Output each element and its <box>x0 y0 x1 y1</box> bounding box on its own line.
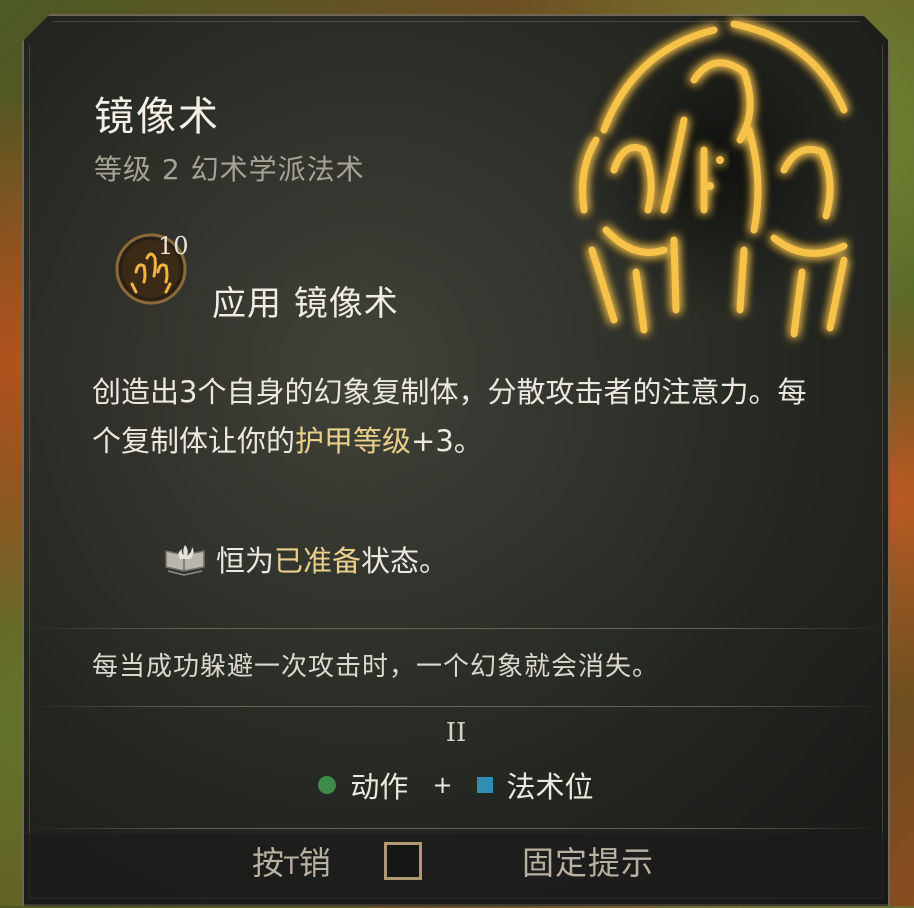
apply-label: 应用 镜像术 <box>212 284 399 324</box>
spell-level-numeral: II <box>445 718 467 748</box>
spell-description: 创造出3个自身的幻象复制体，分散攻击者的注意力。每个复制体让你的护甲等级+3。 <box>92 368 832 466</box>
armour-class-keyword[interactable]: 护甲等级 <box>295 424 411 458</box>
description-text-end: +3。 <box>411 424 483 458</box>
spellbook-icon <box>162 541 208 577</box>
spell-note: 每当成功躲避一次攻击时，一个幻象就会消失。 <box>92 652 660 682</box>
hint-prefix: 按 <box>252 844 285 882</box>
tooltip-footer <box>24 834 888 908</box>
divider <box>24 706 888 707</box>
cost-plus: + <box>432 771 453 799</box>
ready-prefix: 恒为 <box>216 544 275 578</box>
spell-title: 镜像术 <box>94 94 220 140</box>
always-prepared-row: 恒为已准备状态。 <box>162 538 448 580</box>
mirror-image-spell-icon <box>544 10 884 350</box>
hint-key: T <box>284 852 299 880</box>
spell-slot-cost-label: 法术位 <box>506 770 594 804</box>
apply-count: 10 <box>158 232 189 260</box>
pin-tooltip-checkbox[interactable] <box>384 842 422 880</box>
spell-tooltip: 镜像术 等级 2 幻术学派法术 10 应用 镜像术 创造出3个自身的幻象复制体，… <box>22 14 890 906</box>
cost-row: 动作 + 法术位 <box>24 764 888 806</box>
ready-suffix: 状态。 <box>361 544 449 578</box>
pin-key-hint: 按T销 <box>252 838 331 884</box>
divider <box>24 828 888 829</box>
prepared-keyword[interactable]: 已准备 <box>274 544 361 578</box>
divider <box>24 628 888 629</box>
hint-suffix: 销 <box>298 844 331 882</box>
spell-subtitle: 等级 2 幻术学派法术 <box>94 153 365 186</box>
action-circle-icon <box>318 776 336 794</box>
action-cost-label: 动作 <box>350 770 409 804</box>
pin-tooltip-label[interactable]: 固定提示 <box>522 838 654 884</box>
spell-slot-square-icon <box>477 777 493 793</box>
